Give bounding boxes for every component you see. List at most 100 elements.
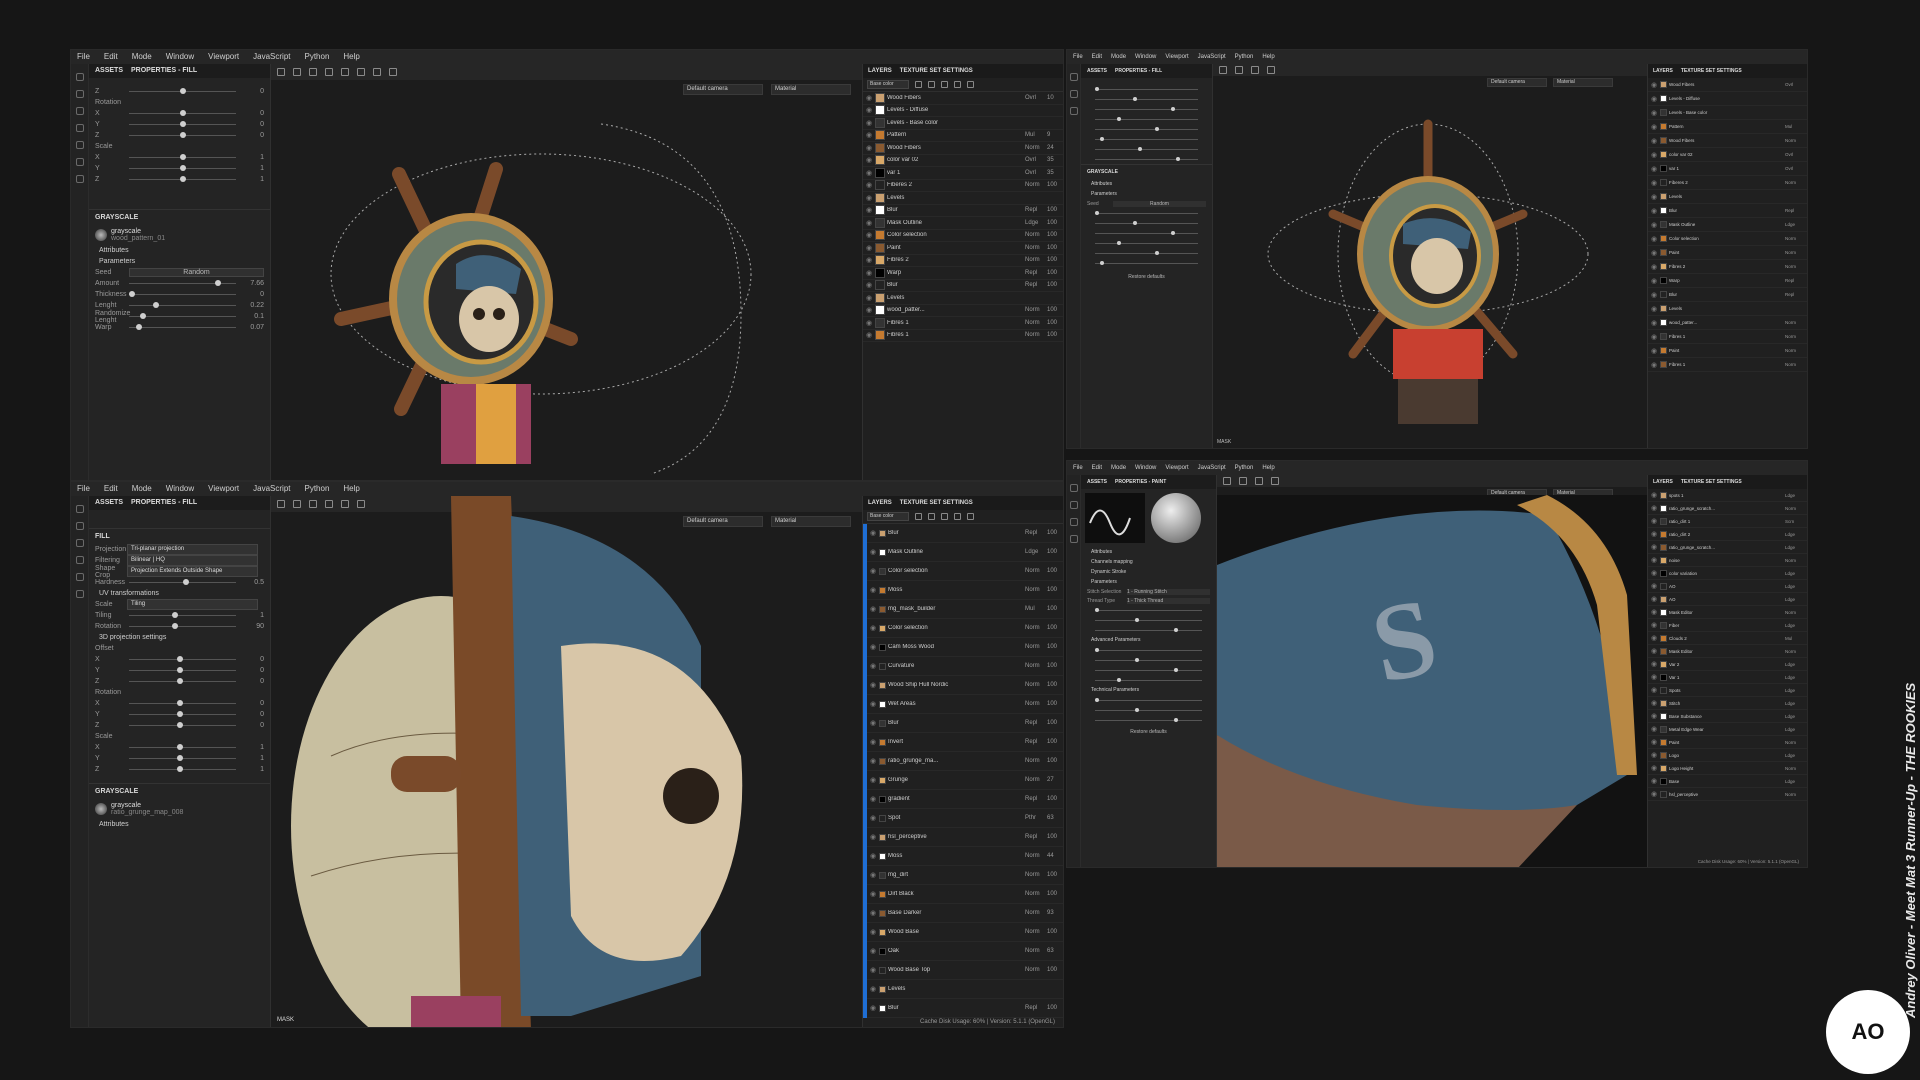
layer-blend-mode[interactable]: Norm [1785,792,1807,797]
layer-opacity[interactable]: 100 [1047,758,1063,764]
eraser-tool-icon[interactable] [75,522,84,530]
layer-row[interactable]: ◉ Levels [1648,302,1807,316]
slider-handle[interactable] [1134,707,1139,712]
layer-opacity[interactable]: 100 [1047,549,1063,555]
slider-handle[interactable] [177,711,184,717]
layer-blend-mode[interactable]: Norm [1785,362,1807,367]
visibility-eye-icon[interactable]: ◉ [867,719,879,727]
layer-row[interactable]: ◉ Base Ldge [1648,775,1807,788]
layer-row[interactable]: ◉ Levels - Diffuse [863,105,1063,117]
slider-track[interactable] [129,667,236,673]
visibility-eye-icon[interactable]: ◉ [867,643,879,651]
slider-handle[interactable] [214,280,221,286]
visibility-eye-icon[interactable]: ◉ [863,144,875,152]
slider-track[interactable] [1095,86,1198,91]
layer-blend-mode[interactable]: Repl [1025,282,1047,288]
visibility-eye-icon[interactable]: ◉ [1648,277,1660,285]
layer-blend-mode[interactable]: Norm [1025,332,1047,338]
layer-row[interactable]: ◉ mg_mask_builder Mul 100 [867,600,1063,619]
slider-handle[interactable] [177,744,184,750]
visibility-eye-icon[interactable]: ◉ [1648,595,1660,603]
layer-row[interactable]: ◉ Blur Repl [1648,204,1807,218]
visibility-eye-icon[interactable]: ◉ [1648,361,1660,369]
menu-file[interactable]: File [1073,50,1083,64]
viewport-3d[interactable]: Default camera Material MASK [1213,64,1649,448]
layer-opacity[interactable]: 100 [1047,320,1063,326]
slider-track[interactable] [129,121,236,127]
clone-tool-icon[interactable] [1069,535,1078,543]
layer-row[interactable]: ◉ Fibres 1 Norm 100 [863,330,1063,342]
eraser-tool-icon[interactable] [1069,90,1078,98]
projection-tool-icon[interactable] [1069,107,1078,115]
clone-tool-icon[interactable] [75,158,84,166]
layer-blend-mode[interactable]: Ldge [1025,220,1047,226]
layer-blend-mode[interactable]: Norm [1025,758,1047,764]
technical-parameters-group[interactable]: Technical Parameters [1081,685,1216,695]
layer-row[interactable]: ◉ Pattern Mul 9 [863,130,1063,142]
parameters-group[interactable]: Parameters [1081,189,1212,199]
visibility-eye-icon[interactable]: ◉ [867,947,879,955]
slider-handle[interactable] [1116,240,1121,245]
layer-blend-mode[interactable]: Norm [1025,307,1047,313]
visibility-eye-icon[interactable]: ◉ [1648,556,1660,564]
menu-javascript[interactable]: JavaScript [253,50,290,64]
layer-blend-mode[interactable]: Norm [1025,929,1047,935]
paint-tool-icon[interactable] [1069,73,1078,81]
slider-track[interactable] [1095,146,1198,151]
visibility-eye-icon[interactable]: ◉ [1648,751,1660,759]
visibility-eye-icon[interactable]: ◉ [867,586,879,594]
slider-handle[interactable] [1095,607,1099,612]
tab-properties-paint[interactable]: PROPERTIES - PAINT [1115,475,1166,489]
layer-blend-mode[interactable]: Mul [1785,636,1807,641]
visibility-eye-icon[interactable]: ◉ [867,985,879,993]
menu-file[interactable]: File [1073,461,1083,475]
layer-blend-mode[interactable]: Norm [1785,740,1807,745]
slider-track[interactable] [1095,707,1202,712]
visibility-eye-icon[interactable]: ◉ [1648,608,1660,616]
slider-track[interactable] [1095,657,1202,662]
layer-opacity[interactable]: 100 [1047,967,1063,973]
layer-opacity[interactable]: 100 [1047,739,1063,745]
slider-handle[interactable] [1133,96,1138,101]
slider-track[interactable] [1095,260,1198,265]
tab-properties-fill[interactable]: PROPERTIES - FILL [131,64,197,78]
layer-row[interactable]: ◉ Mask Outline Ldge [1648,218,1807,232]
visibility-eye-icon[interactable]: ◉ [1648,777,1660,785]
visibility-eye-icon[interactable]: ◉ [863,94,875,102]
layer-blend-mode[interactable]: Mul [1785,124,1807,129]
layer-blend-mode[interactable]: Ldge [1785,701,1807,706]
layer-row[interactable]: ◉ AO Ldge [1648,580,1807,593]
slider-handle[interactable] [180,110,187,116]
layer-blend-mode[interactable]: Ovrl [1785,166,1807,171]
channel-select[interactable]: Base color [867,512,909,521]
viewport-3d[interactable]: Default camera Material MASK [271,496,864,1027]
slider-track[interactable] [129,88,236,94]
thread-type-select[interactable]: 1 - Thick Thread [1127,597,1210,604]
slider-track[interactable] [129,165,236,171]
layer-blend-mode[interactable]: Ldge [1785,662,1807,667]
layer-opacity[interactable]: 100 [1047,530,1063,536]
menu-edit[interactable]: Edit [1092,50,1102,64]
visibility-eye-icon[interactable]: ◉ [863,319,875,327]
layer-row[interactable]: ◉ Levels [863,192,1063,205]
add-folder-icon[interactable] [954,81,961,88]
slider-track[interactable] [129,722,236,728]
visibility-eye-icon[interactable]: ◉ [1648,235,1660,243]
layer-row[interactable]: ◉ Mask Outline Ldge 100 [863,217,1063,230]
paint-tool-icon[interactable] [75,505,84,513]
layer-row[interactable]: ◉ Wood Fibers Norm [1648,134,1807,148]
visibility-eye-icon[interactable]: ◉ [1648,137,1660,145]
add-mask-icon[interactable] [941,81,948,88]
slider-track[interactable] [129,154,236,160]
layer-blend-mode[interactable]: Ovrl [1025,157,1047,163]
layer-blend-mode[interactable]: Repl [1025,720,1047,726]
layer-blend-mode[interactable]: Ovrl [1025,170,1047,176]
layer-blend-mode[interactable]: Ldge [1785,675,1807,680]
layer-blend-mode[interactable]: Ldge [1785,545,1807,550]
layer-row[interactable]: ◉ Pattern Mul [1648,120,1807,134]
layer-row[interactable]: ◉ Wood Fibers Ovrl 10 [863,92,1063,105]
uv-transformations-group[interactable]: UV transformations [89,588,270,599]
layer-blend-mode[interactable]: Ovrl [1785,152,1807,157]
menu-python[interactable]: Python [305,482,330,496]
menu-viewport[interactable]: Viewport [208,50,239,64]
